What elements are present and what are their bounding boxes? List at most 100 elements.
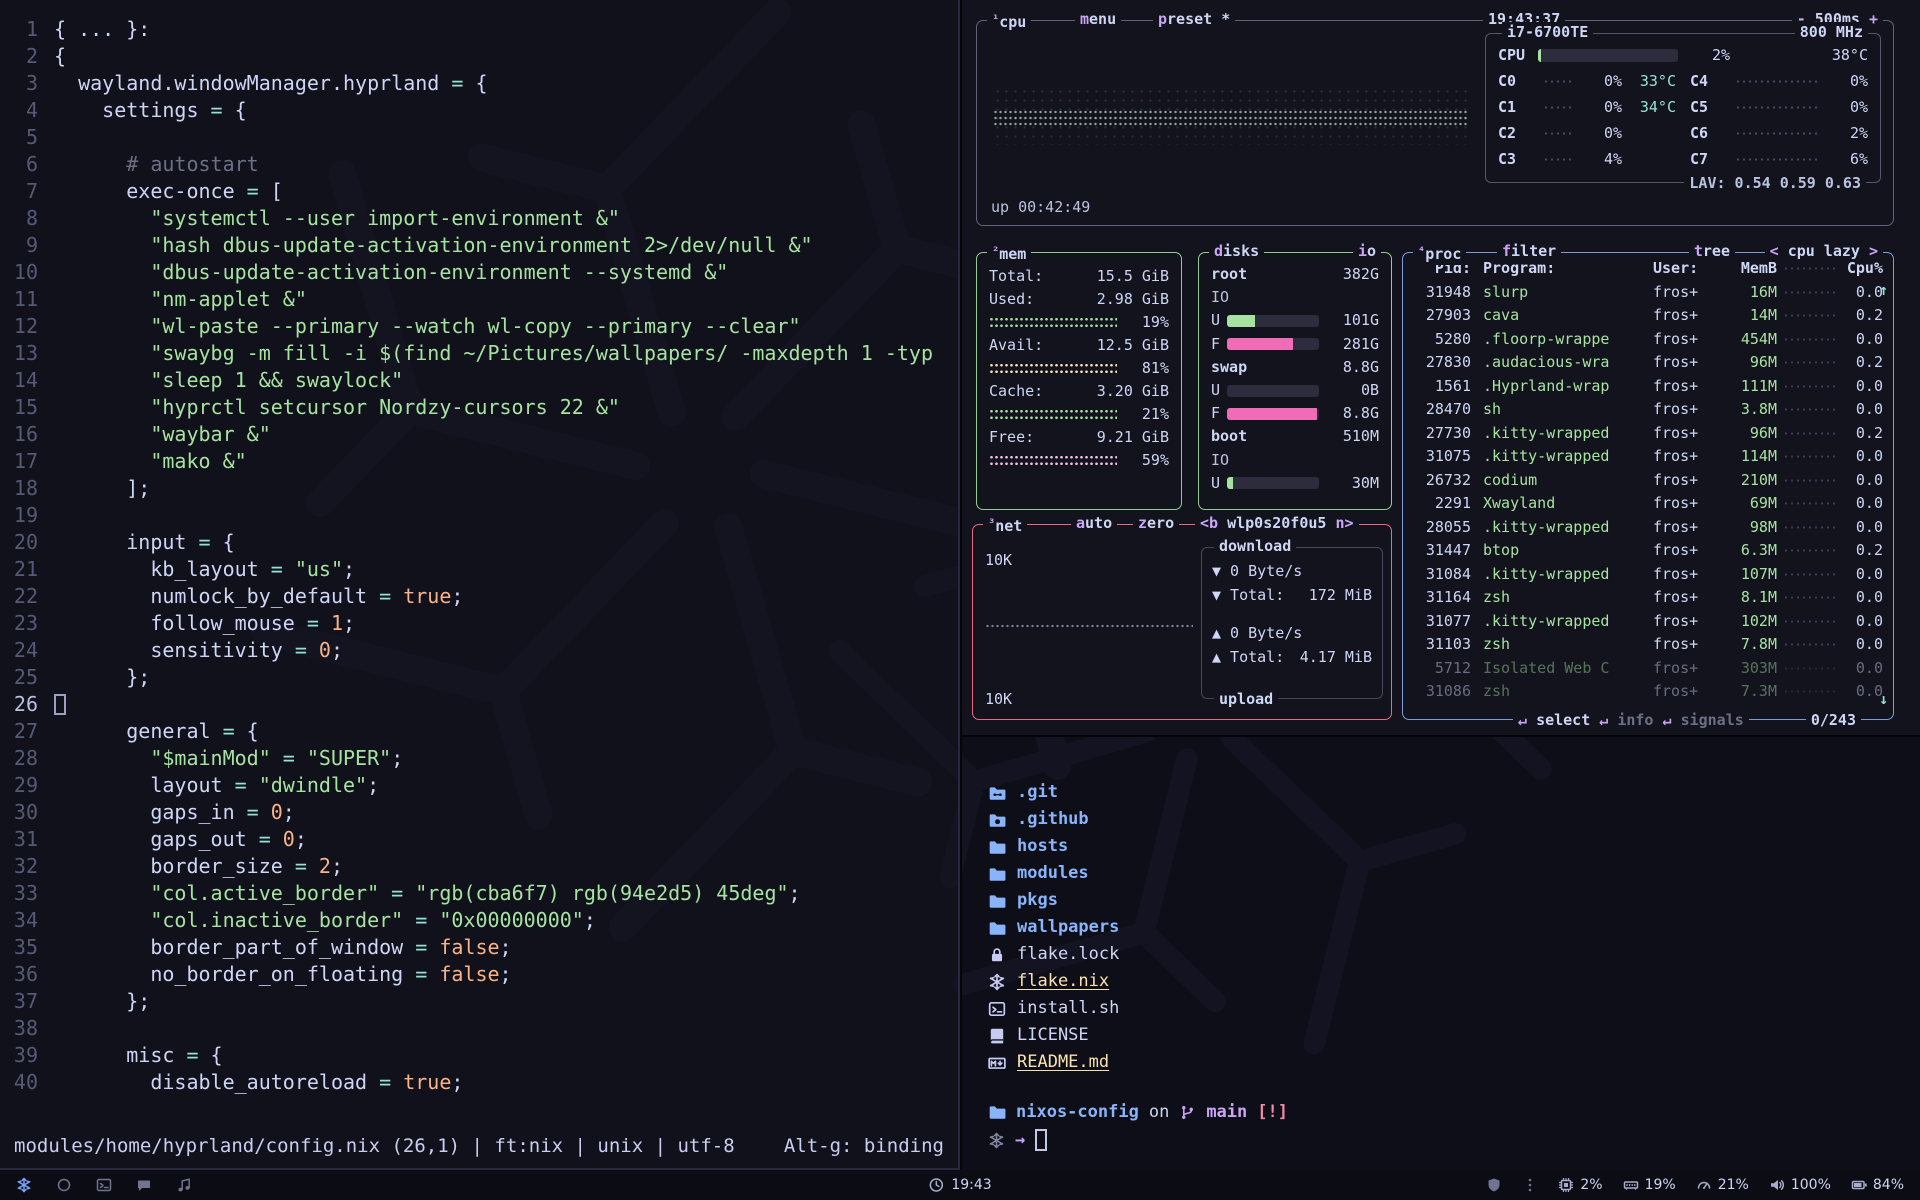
net-auto-button[interactable]: auto — [1071, 513, 1117, 534]
disk-module[interactable]: 21% — [1696, 1177, 1749, 1193]
editor-line[interactable]: 38 — [0, 1015, 958, 1042]
clock-module[interactable]: 19:43 — [928, 1177, 991, 1193]
editor-line[interactable]: 20 input = { — [0, 529, 958, 556]
mem-usage-graph: 81% — [989, 357, 1169, 380]
proc-sort-control[interactable]: < cpu lazy > — [1765, 241, 1883, 262]
editor-line[interactable]: 21 kb_layout = "us"; — [0, 556, 958, 583]
disks-box-title[interactable]: disks — [1209, 241, 1264, 262]
editor-line[interactable]: 16 "waybar &" — [0, 421, 958, 448]
process-row[interactable]: 1561.Hyprland-wrapfros+111M0.0 — [1415, 375, 1883, 399]
process-row[interactable]: 27903cavafros+14M0.2 — [1415, 304, 1883, 328]
process-row[interactable]: 27830.audacious-wrafros+96M0.2 — [1415, 351, 1883, 375]
editor-line[interactable]: 5 — [0, 124, 958, 151]
signals-button[interactable]: signals — [1681, 711, 1744, 729]
tray-overflow-button[interactable] — [1522, 1177, 1538, 1193]
net-zero-button[interactable]: zero — [1133, 513, 1179, 534]
editor-line[interactable]: 4 settings = { — [0, 97, 958, 124]
interval-increase-button[interactable]: + — [1869, 10, 1878, 28]
editor-line[interactable]: 18 ]; — [0, 475, 958, 502]
editor-line[interactable]: 6 # autostart — [0, 151, 958, 178]
process-box-title[interactable]: ⁴proc — [1413, 241, 1466, 265]
editor-line[interactable]: 3 wayland.windowManager.hyprland = { — [0, 70, 958, 97]
editor-line[interactable]: 39 misc = { — [0, 1042, 958, 1069]
memory-module[interactable]: 19% — [1623, 1177, 1676, 1193]
editor-line[interactable]: 24 sensitivity = 0; — [0, 637, 958, 664]
editor-line[interactable]: 17 "mako &" — [0, 448, 958, 475]
editor-line[interactable]: 7 exec-once = [ — [0, 178, 958, 205]
editor-line[interactable]: 14 "sleep 1 && swaylock" — [0, 367, 958, 394]
process-row[interactable]: 2291Xwaylandfros+69M0.0 — [1415, 492, 1883, 516]
editor-line[interactable]: 29 layout = "dwindle"; — [0, 772, 958, 799]
editor-line[interactable]: 31 gaps_out = 0; — [0, 826, 958, 853]
proc-tree-button[interactable]: tree — [1689, 241, 1735, 262]
process-row[interactable]: 31084.kitty-wrappedfros+107M0.0 — [1415, 563, 1883, 587]
editor-line[interactable]: 22 numlock_by_default = true; — [0, 583, 958, 610]
disk-module-value: 21% — [1718, 1177, 1749, 1193]
editor-line[interactable]: 10 "dbus-update-activation-environment -… — [0, 259, 958, 286]
cpu-module[interactable]: 2% — [1558, 1177, 1602, 1193]
editor-line[interactable]: 30 gaps_in = 0; — [0, 799, 958, 826]
process-row[interactable]: 5712Isolated Web Cfros+303M0.0 — [1415, 657, 1883, 681]
file-name: .github — [1017, 806, 1089, 833]
editor-line[interactable]: 23 follow_mouse = 1; — [0, 610, 958, 637]
editor-line[interactable]: 35 border_part_of_window = false; — [0, 934, 958, 961]
editor-line[interactable]: 25 }; — [0, 664, 958, 691]
process-row[interactable]: 27730.kitty-wrappedfros+96M0.2 — [1415, 422, 1883, 446]
editor-line[interactable]: 9 "hash dbus-update-activation-environme… — [0, 232, 958, 259]
editor-line[interactable]: 40 disable_autoreload = true; — [0, 1069, 958, 1096]
editor-line[interactable]: 2{ — [0, 43, 958, 70]
volume-module[interactable]: 100% — [1769, 1177, 1831, 1193]
app-terminal-button[interactable] — [96, 1177, 112, 1193]
cpu-box-title[interactable]: ¹cpu — [987, 9, 1031, 33]
nixos-menu-button[interactable] — [16, 1177, 32, 1193]
disks-io-toggle[interactable]: io — [1353, 241, 1381, 262]
app-messages-button[interactable] — [136, 1177, 152, 1193]
process-row[interactable]: 31077.kitty-wrappedfros+102M0.0 — [1415, 610, 1883, 634]
net-device-switcher[interactable]: <b wlp0s20f0u5 n> — [1195, 513, 1359, 534]
process-row[interactable]: 31164zshfros+8.1M0.0 — [1415, 586, 1883, 610]
proc-scroll-up[interactable]: ↑ — [1879, 279, 1888, 302]
editor-line[interactable]: 33 "col.active_border" = "rgb(cba6f7) rg… — [0, 880, 958, 907]
editor-line[interactable]: 34 "col.inactive_border" = "0x00000000"; — [0, 907, 958, 934]
info-button[interactable]: info — [1617, 711, 1653, 729]
editor-line[interactable]: 26 — [0, 691, 958, 718]
editor-line[interactable]: 37 }; — [0, 988, 958, 1015]
editor-line[interactable]: 36 no_border_on_floating = false; — [0, 961, 958, 988]
editor-line[interactable]: 1{ ... }: — [0, 16, 958, 43]
app-browser-button[interactable] — [56, 1177, 72, 1193]
preset-button[interactable]: preset * — [1153, 9, 1235, 30]
proc-footer-keys[interactable]: ↵ select ↵ info ↵ signals — [1513, 710, 1749, 731]
editor-line[interactable]: 11 "nm-applet &" — [0, 286, 958, 313]
app-music-button[interactable] — [176, 1177, 192, 1193]
editor-line[interactable]: 13 "swaybg -m fill -i $(find ~/Pictures/… — [0, 340, 958, 367]
process-row[interactable]: 26732codiumfros+210M0.0 — [1415, 469, 1883, 493]
btop-window[interactable]: ¹cpu menu preset * 19:43:37 - 500ms + i7… — [960, 0, 1920, 737]
proc-filter-button[interactable]: filter — [1497, 241, 1561, 262]
editor-line[interactable]: 28 "$mainMod" = "SUPER"; — [0, 745, 958, 772]
command-line[interactable]: → — [988, 1126, 1920, 1154]
process-row[interactable]: 31447btopfros+6.3M0.2 — [1415, 539, 1883, 563]
editor-buffer[interactable]: 1{ ... }:2{3 wayland.windowManager.hyprl… — [0, 16, 958, 1096]
process-row[interactable]: 31075.kitty-wrappedfros+114M0.0 — [1415, 445, 1883, 469]
editor-line[interactable]: 15 "hyprctl setcursor Nordzy-cursors 22 … — [0, 394, 958, 421]
process-row[interactable]: 5280.floorp-wrappefros+454M0.0 — [1415, 328, 1883, 352]
editor-window[interactable]: 1{ ... }:2{3 wayland.windowManager.hyprl… — [0, 0, 960, 1170]
network-box-title[interactable]: ³net — [983, 513, 1027, 537]
process-row[interactable]: 28055.kitty-wrappedfros+98M0.0 — [1415, 516, 1883, 540]
menu-button[interactable]: menu — [1075, 9, 1121, 30]
process-row[interactable]: 28470shfros+3.8M0.0 — [1415, 398, 1883, 422]
process-row[interactable]: 31086zshfros+7.3M0.0 — [1415, 680, 1883, 704]
tray-shield-button[interactable] — [1486, 1177, 1502, 1193]
file-list-item: .github — [988, 806, 1920, 833]
battery-module[interactable]: 84% — [1851, 1177, 1904, 1193]
editor-line[interactable]: 12 "wl-paste --primary --watch wl-copy -… — [0, 313, 958, 340]
editor-line[interactable]: 27 general = { — [0, 718, 958, 745]
editor-line[interactable]: 8 "systemctl --user import-environment &… — [0, 205, 958, 232]
process-row[interactable]: 31103zshfros+7.8M0.0 — [1415, 633, 1883, 657]
editor-line[interactable]: 19 — [0, 502, 958, 529]
process-row[interactable]: 31948slurpfros+16M0.0 — [1415, 281, 1883, 305]
memory-box-title[interactable]: ²mem — [987, 241, 1031, 265]
terminal-window[interactable]: .git.githubhostsmodulespkgswallpapersfla… — [960, 737, 1920, 1170]
editor-line[interactable]: 32 border_size = 2; — [0, 853, 958, 880]
select-button[interactable]: select — [1536, 711, 1590, 729]
